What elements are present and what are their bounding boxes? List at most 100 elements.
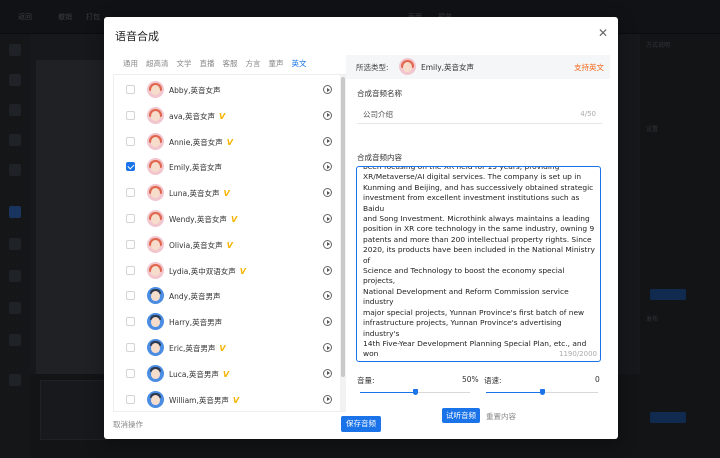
avatar bbox=[147, 390, 164, 408]
avatar bbox=[147, 364, 164, 382]
voice-name-text: Emily,英音女声 bbox=[169, 163, 223, 173]
play-icon[interactable] bbox=[323, 188, 332, 198]
avatar bbox=[147, 184, 164, 202]
tab-category[interactable]: 方言 bbox=[246, 55, 261, 73]
play-icon[interactable] bbox=[323, 368, 332, 378]
speed-slider-handle[interactable] bbox=[539, 389, 545, 395]
support-english-tag: 支持英文 bbox=[574, 63, 604, 72]
avatar bbox=[147, 313, 164, 331]
voice-checkbox[interactable] bbox=[126, 343, 135, 352]
voice-item[interactable]: Eric,英音男声 V bbox=[114, 335, 340, 361]
avatar bbox=[147, 261, 164, 279]
voice-list-panel: Abby,英音女声 ava,英音女声 V Annie,英音女声 V Emily,英音女声 L… bbox=[113, 74, 346, 412]
voice-item[interactable]: William,英音男声 V bbox=[114, 387, 340, 411]
speech-synthesis-dialog: 语音合成 ✕ 通用 超高清 文学 直播 客服 方言 童声 英文 Abby,英音女声 ava,英音… bbox=[104, 17, 618, 439]
play-icon[interactable] bbox=[323, 343, 332, 352]
voice-item[interactable]: Olivia,英音女声 V bbox=[114, 232, 340, 258]
voice-name: Andy,英音男声 bbox=[169, 291, 220, 302]
tab-category[interactable]: 文学 bbox=[177, 55, 192, 73]
voice-name: Luca,英音男声 V bbox=[169, 369, 229, 380]
voice-checkbox[interactable] bbox=[126, 85, 135, 94]
voice-name-text: Harry,英音男声 bbox=[169, 318, 223, 328]
audio-name-value: 公司介绍 bbox=[363, 110, 393, 119]
voice-item[interactable]: ava,英音女声 V bbox=[114, 103, 340, 129]
play-icon[interactable] bbox=[323, 239, 332, 249]
voice-checkbox[interactable] bbox=[126, 317, 135, 327]
save-audio-button[interactable]: 保存音频 bbox=[341, 416, 381, 432]
voice-item[interactable]: Luca,英音男声 V bbox=[114, 361, 340, 387]
voice-name: Lydia,英中双语女声 V bbox=[169, 266, 246, 277]
tab-category[interactable]: 直播 bbox=[200, 55, 215, 73]
vip-badge: V bbox=[219, 111, 226, 121]
avatar bbox=[147, 235, 164, 253]
voice-checkbox[interactable] bbox=[126, 291, 135, 301]
tab-category[interactable]: 超高清 bbox=[146, 55, 169, 73]
avatar bbox=[147, 132, 164, 150]
vip-badge: V bbox=[219, 344, 226, 353]
voice-name-text: Andy,英音男声 bbox=[169, 292, 221, 302]
voice-item[interactable]: Wendy,英音女声 V bbox=[114, 206, 340, 232]
audio-content-textarea[interactable]: been focusing on the XR field for 19 yea… bbox=[356, 166, 601, 362]
reset-content-button[interactable]: 重置内容 bbox=[486, 411, 516, 422]
avatar bbox=[399, 58, 416, 75]
tab-category[interactable]: 客服 bbox=[223, 55, 238, 73]
voice-checkbox[interactable] bbox=[126, 162, 135, 172]
vip-badge: V bbox=[232, 395, 240, 405]
voice-item[interactable]: Lydia,英中双语女声 V bbox=[114, 258, 340, 284]
voice-checkbox[interactable] bbox=[126, 368, 135, 378]
voice-checkbox[interactable] bbox=[126, 110, 135, 120]
voice-checkbox[interactable] bbox=[126, 265, 135, 275]
play-icon[interactable] bbox=[323, 214, 332, 223]
close-icon[interactable]: ✕ bbox=[598, 27, 608, 39]
voice-name: Olivia,英音女声 V bbox=[169, 240, 233, 251]
voice-checkbox[interactable] bbox=[126, 214, 135, 223]
voice-name: William,英音男声 V bbox=[169, 395, 239, 406]
play-icon[interactable] bbox=[323, 394, 332, 404]
audio-name-count: 4/50 bbox=[580, 110, 596, 118]
voice-item[interactable]: Luna,英音女声 V bbox=[114, 180, 340, 206]
audio-content-text: been focusing on the XR field for 19 yea… bbox=[363, 167, 595, 361]
play-icon[interactable] bbox=[323, 85, 332, 94]
selected-voice-bar: 所选类型: Emily,英音女声 支持英文 bbox=[346, 55, 610, 79]
avatar bbox=[147, 287, 164, 305]
volume-label: 音量: bbox=[357, 376, 375, 385]
selected-type-label: 所选类型: bbox=[356, 63, 389, 72]
voice-list: Abby,英音女声 ava,英音女声 V Annie,英音女声 V Emily,英音女声 L… bbox=[114, 75, 340, 411]
voice-name: Harry,英音男声 bbox=[169, 317, 222, 328]
voice-name: ava,英音女声 V bbox=[169, 111, 225, 122]
tab-category[interactable]: 英文 bbox=[292, 55, 307, 73]
play-icon[interactable] bbox=[323, 317, 332, 327]
avatar bbox=[147, 210, 164, 227]
voice-checkbox[interactable] bbox=[126, 394, 135, 404]
cancel-button[interactable]: 取消操作 bbox=[113, 419, 143, 430]
listen-audio-button[interactable]: 试听音频 bbox=[442, 408, 480, 423]
voice-item[interactable]: Abby,英音女声 bbox=[114, 77, 340, 103]
avatar bbox=[147, 106, 164, 124]
voice-checkbox[interactable] bbox=[126, 188, 135, 198]
voice-name-text: ava,英音女声 bbox=[169, 111, 216, 121]
synthesis-settings: 所选类型: Emily,英音女声 支持英文 合成音频名称 公司介绍 4/50 合… bbox=[346, 55, 610, 423]
play-icon[interactable] bbox=[323, 265, 332, 275]
volume-slider-handle[interactable] bbox=[412, 389, 418, 395]
voice-item[interactable]: Emily,英音女声 bbox=[114, 154, 340, 180]
play-icon[interactable] bbox=[323, 162, 332, 172]
vip-badge: V bbox=[222, 369, 230, 379]
play-icon[interactable] bbox=[323, 291, 332, 301]
avatar bbox=[147, 81, 164, 98]
tab-category[interactable]: 童声 bbox=[269, 55, 284, 73]
vip-badge: V bbox=[226, 137, 233, 147]
voice-item[interactable]: Andy,英音男声 bbox=[114, 283, 340, 309]
volume-slider[interactable] bbox=[360, 389, 470, 395]
vip-badge: V bbox=[223, 189, 230, 199]
voice-checkbox[interactable] bbox=[126, 136, 135, 146]
voice-item[interactable]: Annie,英音女声 V bbox=[114, 129, 340, 155]
play-icon[interactable] bbox=[323, 110, 332, 120]
speed-slider[interactable] bbox=[486, 389, 598, 395]
tab-category[interactable]: 通用 bbox=[123, 55, 138, 73]
voice-category-tabs: 通用 超高清 文学 直播 客服 方言 童声 英文 bbox=[104, 55, 346, 73]
voice-item[interactable]: Harry,英音男声 bbox=[114, 309, 340, 335]
play-icon[interactable] bbox=[323, 136, 332, 146]
speed-value: 0 bbox=[595, 375, 600, 384]
voice-checkbox[interactable] bbox=[126, 239, 135, 249]
audio-name-input[interactable]: 公司介绍 4/50 bbox=[357, 105, 602, 124]
